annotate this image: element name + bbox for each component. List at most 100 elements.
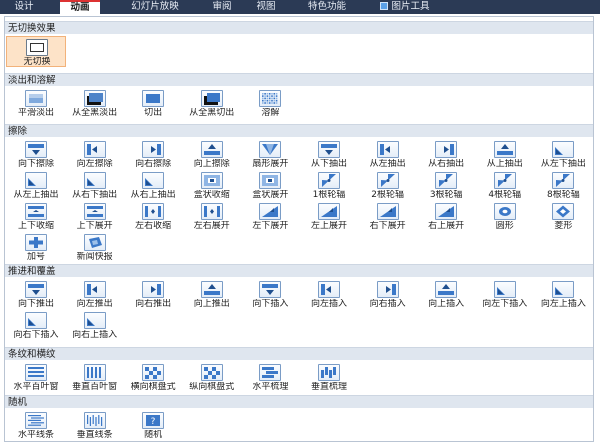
transition-push-9[interactable]: 向左上插入 bbox=[533, 279, 593, 310]
transition-wipe-7[interactable]: 从右抽出 bbox=[416, 139, 476, 170]
transition-wipe-31[interactable]: 新闻快报 bbox=[65, 232, 125, 263]
tab-review[interactable]: 审阅 bbox=[202, 0, 242, 14]
transition-wipe-24[interactable]: 左下展开 bbox=[240, 201, 300, 232]
transition-wipe-23[interactable]: 左右展开 bbox=[182, 201, 242, 232]
news-icon bbox=[83, 234, 106, 251]
transition-wipe-8[interactable]: 从上抽出 bbox=[475, 139, 535, 170]
transition-wipe-11[interactable]: 从右下抽出 bbox=[65, 170, 125, 201]
transition-random-0[interactable]: 水平线条 bbox=[6, 410, 66, 441]
box-icon bbox=[200, 172, 223, 189]
transition-fade-0[interactable]: 平滑淡出 bbox=[6, 88, 66, 119]
tab-label: 特色功能 bbox=[307, 1, 346, 12]
transition-fade-2[interactable]: 切出 bbox=[123, 88, 183, 119]
transition-wipe-21[interactable]: 上下展开 bbox=[65, 201, 125, 232]
transition-wipe-15[interactable]: 1根轮辐 bbox=[299, 170, 359, 201]
arrow-up-icon bbox=[493, 141, 516, 158]
transition-wipe-25[interactable]: 左上展开 bbox=[299, 201, 359, 232]
transition-label: 无切换 bbox=[23, 57, 51, 67]
transition-push-8[interactable]: 向左下插入 bbox=[475, 279, 535, 310]
transition-push-4[interactable]: 向下插入 bbox=[240, 279, 300, 310]
transition-wipe-10[interactable]: 从左上抽出 bbox=[6, 170, 66, 201]
section-header-wipe: 擦除 bbox=[5, 124, 593, 137]
checker-icon bbox=[200, 364, 223, 381]
transition-wipe-18[interactable]: 4根轮辐 bbox=[475, 170, 535, 201]
transition-wipe-29[interactable]: 菱形 bbox=[533, 201, 593, 232]
diagonal-icon bbox=[259, 203, 282, 220]
transition-wipe-14[interactable]: 盒状展开 bbox=[240, 170, 300, 201]
transition-push-2[interactable]: 向右推出 bbox=[123, 279, 183, 310]
tab-picture-tools[interactable]: 图片工具 bbox=[366, 0, 444, 14]
tab-design[interactable]: 设计 bbox=[4, 0, 44, 14]
question-icon: ? bbox=[142, 412, 165, 429]
transition-gallery: 无切换效果 无切换 淡出和溶解 平滑淡出 从全黑淡出 切出 从全黑切出 溶解 擦除 向下擦除 向左擦… bbox=[4, 16, 594, 442]
box-icon bbox=[259, 172, 282, 189]
vsplit-icon bbox=[83, 203, 106, 220]
section-header-none: 无切换效果 bbox=[5, 21, 593, 34]
transition-random-1[interactable]: 垂直线条 bbox=[65, 410, 125, 441]
tab-label: 审阅 bbox=[212, 1, 232, 12]
tab-label: 视图 bbox=[256, 1, 276, 12]
tab-label: 设计 bbox=[14, 1, 34, 12]
transition-push-10[interactable]: 向右下插入 bbox=[6, 310, 66, 341]
transition-push-1[interactable]: 向左推出 bbox=[65, 279, 125, 310]
vlines-icon bbox=[83, 412, 106, 429]
transition-random-2[interactable]: ? 随机 bbox=[123, 410, 183, 441]
transition-wipe-9[interactable]: 从左下抽出 bbox=[533, 139, 593, 170]
tab-slideshow[interactable]: 幻灯片放映 bbox=[110, 0, 200, 14]
transition-wipe-19[interactable]: 8根轮辐 bbox=[533, 170, 593, 201]
transition-fade-3[interactable]: 从全黑切出 bbox=[182, 88, 242, 119]
transition-stripes-3[interactable]: 纵向棋盘式 bbox=[182, 362, 242, 393]
transition-label: 新闻快报 bbox=[76, 252, 113, 262]
plus-icon bbox=[25, 234, 47, 251]
transition-label: 从左下抽出 bbox=[540, 159, 586, 169]
transition-label: 溶解 bbox=[261, 108, 280, 118]
transition-wipe-20[interactable]: 上下收缩 bbox=[6, 201, 66, 232]
transition-stripes-4[interactable]: 水平梳理 bbox=[240, 362, 300, 393]
transition-wipe-13[interactable]: 盒状收缩 bbox=[182, 170, 242, 201]
transition-wipe-3[interactable]: 向上擦除 bbox=[182, 139, 242, 170]
transition-push-6[interactable]: 向右插入 bbox=[358, 279, 418, 310]
transition-wipe-4[interactable]: 扇形展开 bbox=[240, 139, 300, 170]
transition-wipe-1[interactable]: 向左擦除 bbox=[65, 139, 125, 170]
transition-wipe-6[interactable]: 从左抽出 bbox=[358, 139, 418, 170]
transition-push-3[interactable]: 向上推出 bbox=[182, 279, 242, 310]
corner-icon bbox=[25, 172, 47, 189]
tab-special[interactable]: 特色功能 bbox=[292, 0, 362, 14]
transition-wipe-27[interactable]: 右上展开 bbox=[416, 201, 476, 232]
spoke-icon bbox=[435, 172, 458, 189]
transition-push-7[interactable]: 向上插入 bbox=[416, 279, 476, 310]
spoke-icon bbox=[552, 172, 575, 189]
transition-wipe-26[interactable]: 右下展开 bbox=[358, 201, 418, 232]
transition-wipe-17[interactable]: 3根轮辐 bbox=[416, 170, 476, 201]
arrow-down-icon bbox=[25, 141, 47, 158]
fan-icon bbox=[259, 141, 282, 158]
corner-icon bbox=[83, 312, 106, 329]
arrow-down-icon bbox=[259, 281, 282, 298]
transition-fade-4[interactable]: 溶解 bbox=[240, 88, 300, 119]
transition-stripes-5[interactable]: 垂直梳理 bbox=[299, 362, 359, 393]
transition-push-5[interactable]: 向左插入 bbox=[299, 279, 359, 310]
transition-fade-1[interactable]: 从全黑淡出 bbox=[65, 88, 125, 119]
transition-wipe-12[interactable]: 从右上抽出 bbox=[123, 170, 183, 201]
transition-wipe-28[interactable]: 圆形 bbox=[475, 201, 535, 232]
transition-wipe-5[interactable]: 从下抽出 bbox=[299, 139, 359, 170]
svg-text:?: ? bbox=[151, 417, 156, 427]
tab-view[interactable]: 视图 bbox=[246, 0, 286, 14]
transition-wipe-22[interactable]: 左右收缩 bbox=[123, 201, 183, 232]
vblinds-icon bbox=[83, 364, 106, 381]
transition-wipe-0[interactable]: 向下擦除 bbox=[6, 139, 66, 170]
transition-stripes-2[interactable]: 横向棋盘式 bbox=[123, 362, 183, 393]
transition-push-11[interactable]: 向右上插入 bbox=[65, 310, 125, 341]
hsplit-icon bbox=[142, 203, 165, 220]
transition-stripes-0[interactable]: 水平百叶窗 bbox=[6, 362, 66, 393]
transition-push-0[interactable]: 向下推出 bbox=[6, 279, 66, 310]
vcomb-icon bbox=[318, 364, 340, 381]
transition-stripes-1[interactable]: 垂直百叶窗 bbox=[65, 362, 125, 393]
transition-none-0[interactable]: 无切换 bbox=[6, 36, 66, 67]
transition-wipe-30[interactable]: 加号 bbox=[6, 232, 66, 263]
transition-wipe-16[interactable]: 2根轮辐 bbox=[358, 170, 418, 201]
transition-wipe-2[interactable]: 向右擦除 bbox=[123, 139, 183, 170]
tab-animation[interactable]: 动画 bbox=[60, 0, 100, 14]
hlines-icon bbox=[25, 412, 47, 429]
transition-label: 8根轮辐 bbox=[547, 190, 580, 200]
